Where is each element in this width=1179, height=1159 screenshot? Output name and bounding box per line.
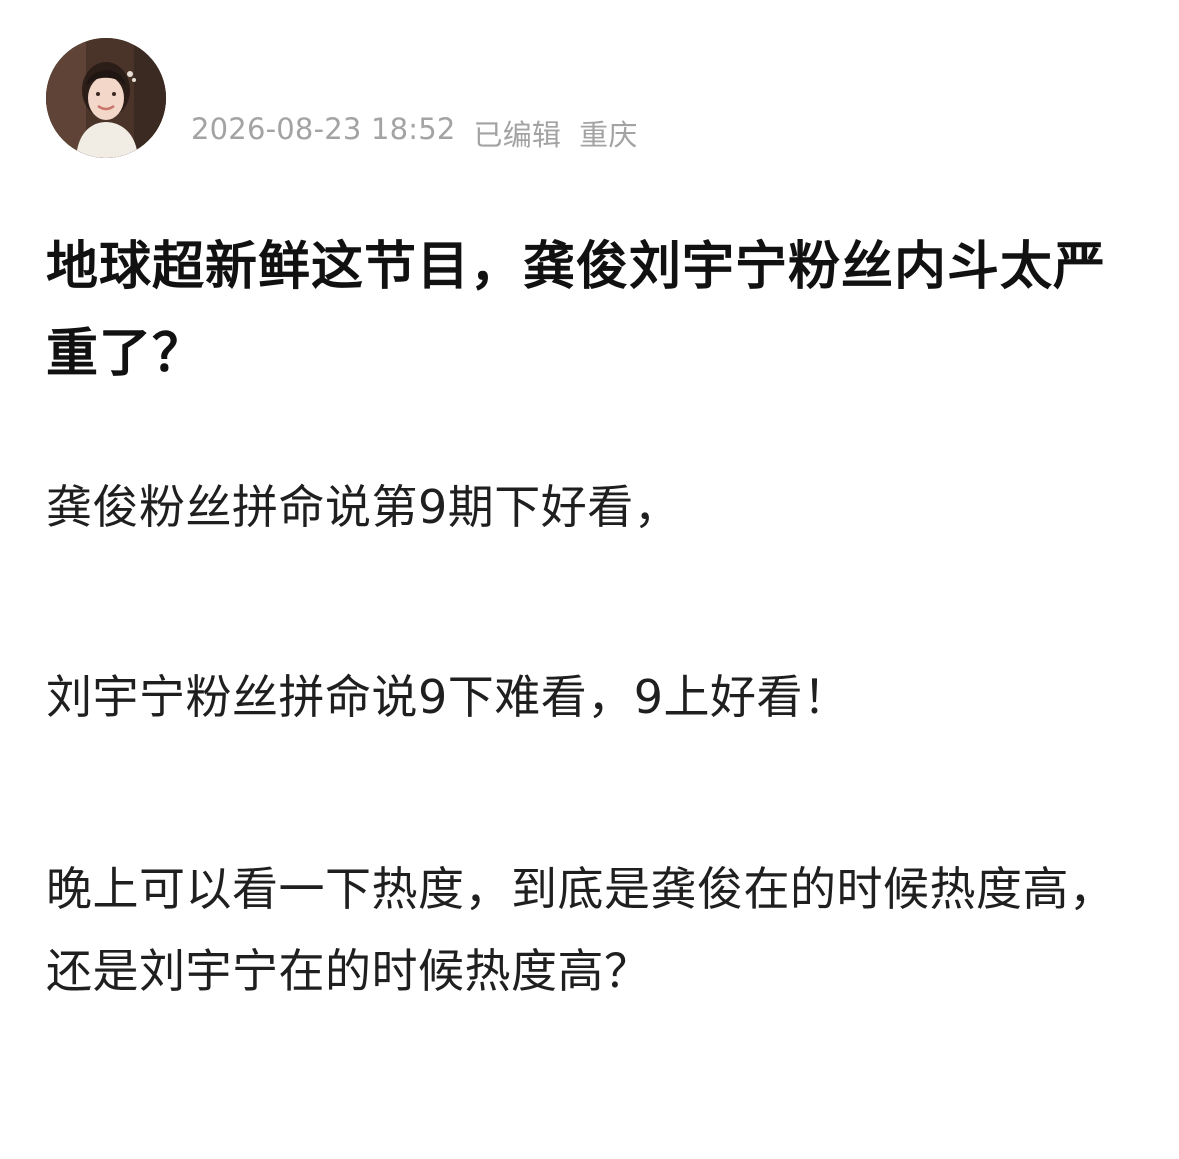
post-paragraph: 龚俊粉丝拼命说第9期下好看， xyxy=(46,480,681,534)
avatar[interactable] xyxy=(46,38,166,158)
post-card: 2026-08-23 18:52 已编辑 重庆 地球超新鲜这节目，龚俊刘宇宁粉丝… xyxy=(0,0,1179,1159)
post-location: 重庆 xyxy=(579,118,638,152)
post-header: 2026-08-23 18:52 已编辑 重庆 xyxy=(46,38,1136,158)
avatar-photo-icon xyxy=(46,38,166,158)
post-meta: 2026-08-23 18:52 已编辑 重庆 xyxy=(191,112,638,154)
edited-label: 已编辑 xyxy=(473,118,562,152)
post-paragraph: 晚上可以看一下热度，到底是龚俊在的时候热度高，还是刘宇宁在的时候热度高？ xyxy=(46,862,1116,998)
post-title: 地球超新鲜这节目，龚俊刘宇宁粉丝内斗太严重了？ xyxy=(46,237,1107,384)
post-timestamp: 2026-08-23 18:52 xyxy=(191,112,456,146)
post-paragraph: 刘宇宁粉丝拼命说9下难看，9上好看！ xyxy=(46,670,850,724)
